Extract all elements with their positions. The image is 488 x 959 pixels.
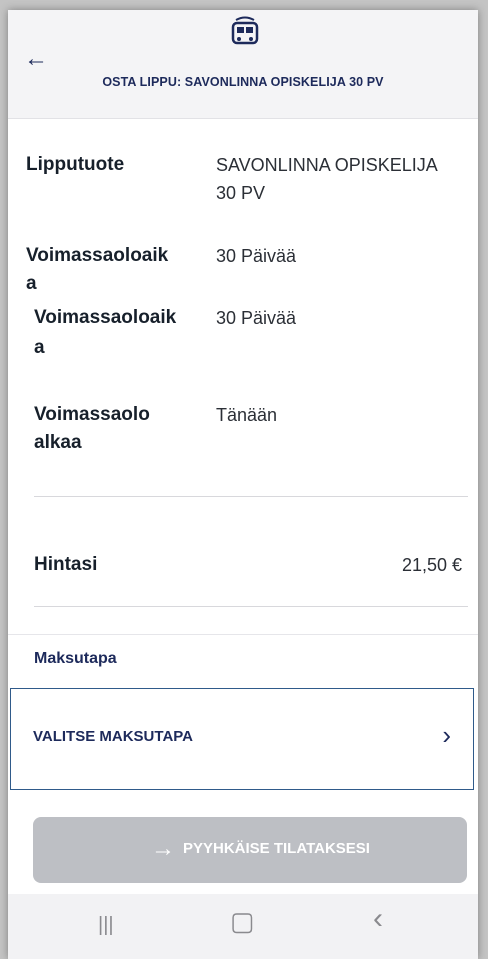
price-value: 21,50 € <box>401 555 462 575</box>
select-payment-method-label: VALITSE MAKSUTAPA <box>33 728 193 745</box>
swipe-to-order-label: PYYHKÄISE TILATAKSESI <box>183 840 370 857</box>
home-icon[interactable]: ▢ <box>230 908 255 934</box>
arrow-left-icon: ← <box>24 45 48 72</box>
back-button[interactable]: ← <box>24 45 48 72</box>
validity-label-line1: Voimassaoloaik <box>26 245 169 266</box>
validity-label-line2-dup: a <box>34 337 45 358</box>
section-separator <box>8 634 478 635</box>
header-bar: ← OSTA LIPPU: SAVONLINNA OPISKELIJA 30 P… <box>8 10 478 119</box>
select-payment-method-button[interactable]: VALITSE MAKSUTAPA › <box>10 688 474 790</box>
divider <box>34 496 468 497</box>
recent-apps-icon[interactable]: ||| <box>98 912 114 938</box>
back-nav-icon[interactable]: ‹ <box>373 904 383 934</box>
system-navigation-bar: ||| ▢ ‹ <box>8 894 478 959</box>
price-label: Hintasi <box>34 554 98 575</box>
chevron-right-icon: › <box>442 720 451 750</box>
swipe-to-order-button[interactable]: → PYYHKÄISE TILATAKSESI <box>33 817 467 883</box>
validity-label-line1-dup: Voimassaoloaik <box>34 307 177 328</box>
page-title: OSTA LIPPU: SAVONLINNA OPISKELIJA 30 PV <box>102 75 384 89</box>
validity-value-dup: 30 Päivää <box>216 308 297 328</box>
validity-start-value: Tänään <box>216 405 278 425</box>
validity-start-label-line2: alkaa <box>34 432 82 453</box>
validity-value: 30 Päivää <box>216 246 297 266</box>
validity-label-line2: a <box>26 273 37 294</box>
payment-section-label: Maksutapa <box>34 650 117 667</box>
validity-start-label-line1: Voimassaolo <box>34 404 150 425</box>
bus-logo-icon <box>231 16 259 45</box>
product-value-line1: SAVONLINNA OPISKELIJA <box>216 155 438 175</box>
divider <box>34 606 468 607</box>
app-screen: ← OSTA LIPPU: SAVONLINNA OPISKELIJA 30 P… <box>8 10 478 959</box>
arrow-right-icon: → <box>151 835 175 862</box>
product-value-line2: 30 PV <box>216 183 266 203</box>
product-label: Lipputuote <box>26 154 125 175</box>
